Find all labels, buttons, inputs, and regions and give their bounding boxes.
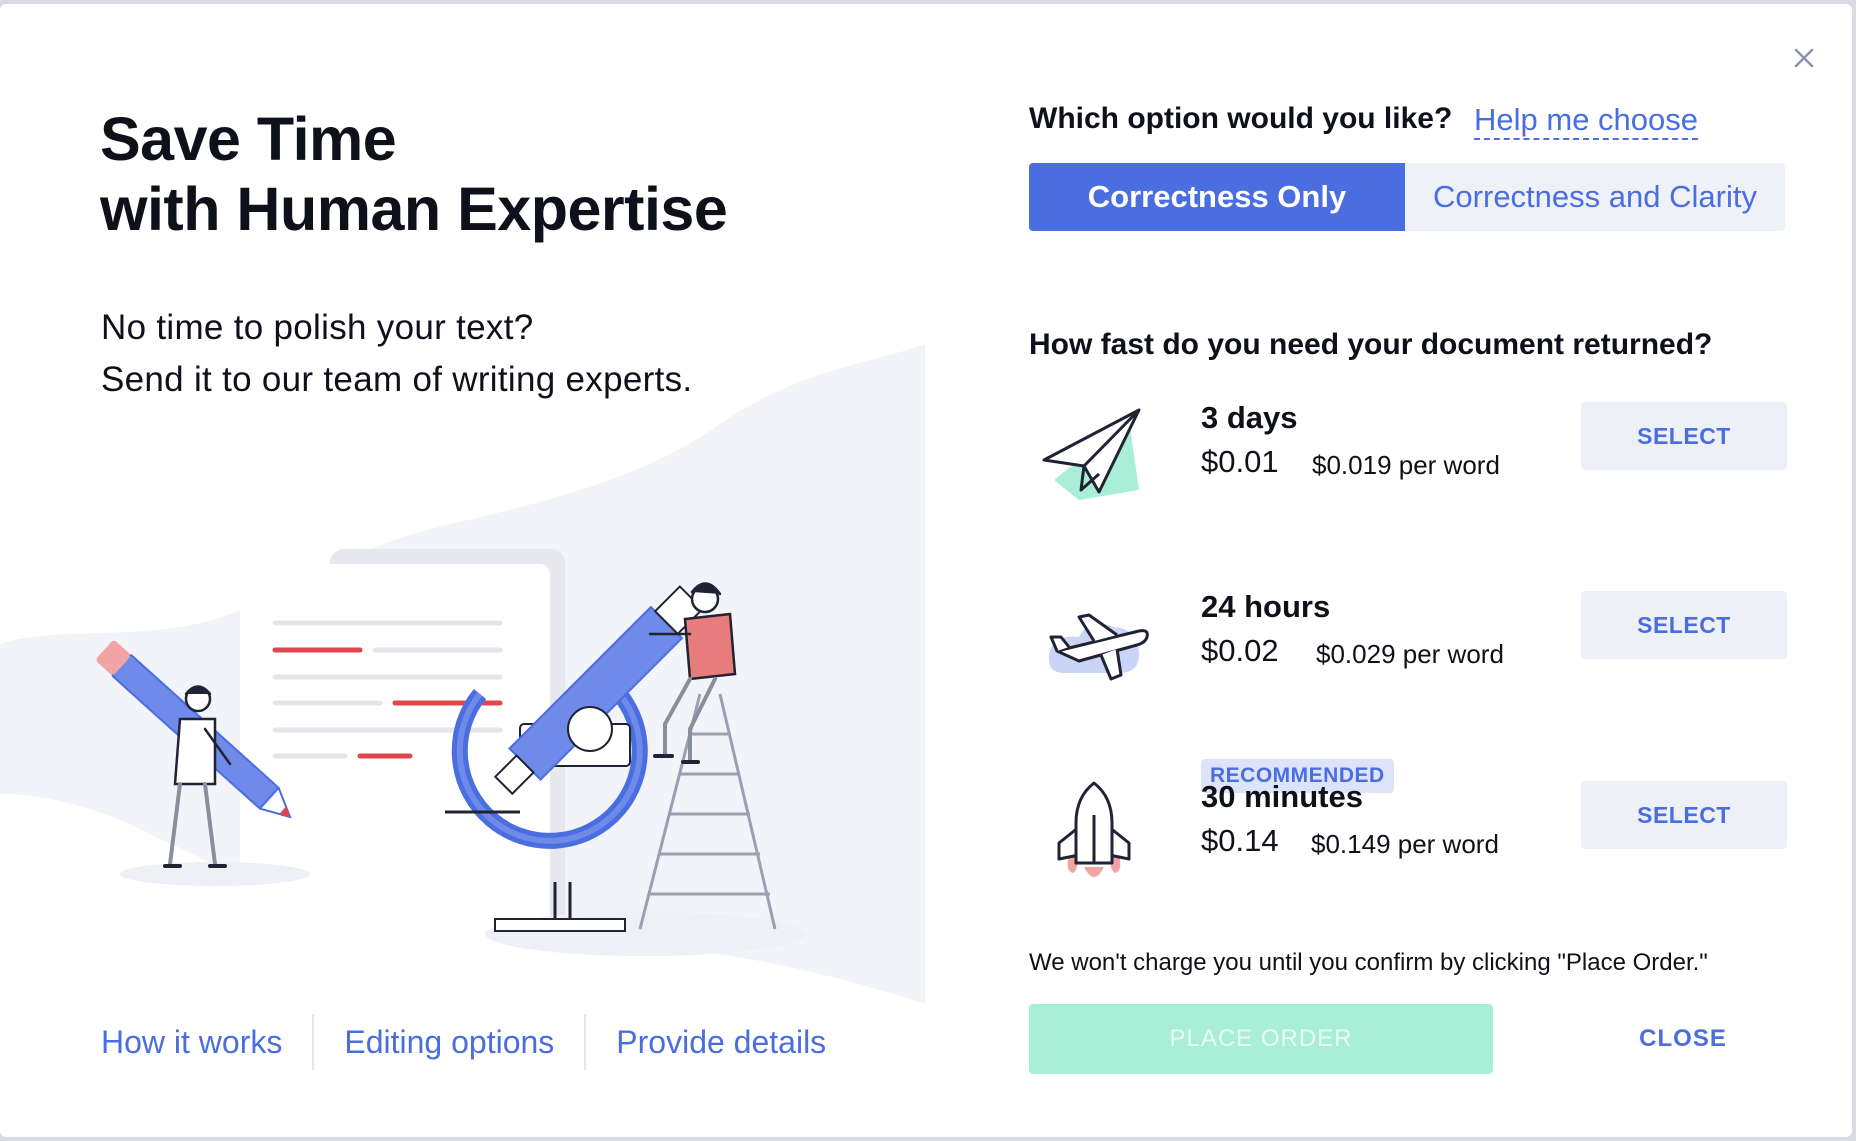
- speed-per-word: $0.019 per word: [1312, 450, 1500, 480]
- experts-illustration: [96, 549, 805, 964]
- tab-correctness-only[interactable]: Correctness Only: [1029, 163, 1405, 231]
- option-question: Which option would you like?: [1029, 102, 1453, 135]
- speed-per-word: $0.029 per word: [1316, 639, 1504, 669]
- charge-note: We won't charge you until you confirm by…: [1029, 949, 1708, 976]
- close-x-icon[interactable]: [1788, 42, 1820, 74]
- speed-option-30-minutes: RECOMMENDED 30 minutes $0.14 $0.149 per …: [1029, 759, 1789, 909]
- speed-question: How fast do you need your document retur…: [1029, 328, 1713, 361]
- speed-price: $0.01: [1201, 444, 1279, 479]
- paper-plane-icon: [1042, 408, 1141, 500]
- speed-name: 30 minutes: [1201, 779, 1363, 814]
- select-30-minutes-button[interactable]: SELECT: [1581, 781, 1787, 849]
- speed-name: 3 days: [1201, 400, 1298, 435]
- edit-type-toggle: Correctness Only Correctness and Clarity: [1029, 163, 1785, 231]
- select-24-hours-button[interactable]: SELECT: [1581, 591, 1787, 659]
- close-button[interactable]: CLOSE: [1600, 1004, 1766, 1074]
- title-line-1: Save Time: [100, 105, 397, 173]
- speed-option-24-hours: 24 hours $0.02 $0.029 per word SELECT: [1029, 589, 1789, 719]
- speed-per-word: $0.149 per word: [1311, 829, 1499, 859]
- order-modal: Save Time with Human Expertise No time t…: [0, 4, 1852, 1137]
- title-line-2: with Human Expertise: [100, 175, 728, 243]
- speed-name: 24 hours: [1201, 589, 1331, 624]
- place-order-button[interactable]: PLACE ORDER: [1029, 1004, 1493, 1074]
- footer-links: How it works Editing options Provide det…: [101, 1014, 856, 1070]
- tab-correctness-and-clarity[interactable]: Correctness and Clarity: [1405, 163, 1785, 231]
- airplane-icon: [1049, 613, 1149, 681]
- editing-options-link[interactable]: Editing options: [312, 1014, 584, 1070]
- help-me-choose-link[interactable]: Help me choose: [1474, 102, 1699, 140]
- modal-title: Save Time with Human Expertise: [100, 104, 728, 244]
- rocket-icon: [1057, 781, 1131, 877]
- speed-price: $0.02: [1201, 633, 1279, 668]
- how-it-works-link[interactable]: How it works: [101, 1014, 312, 1070]
- speed-option-3-days: 3 days $0.01 $0.019 per word SELECT: [1029, 400, 1789, 530]
- provide-details-link[interactable]: Provide details: [584, 1014, 856, 1070]
- select-3-days-button[interactable]: SELECT: [1581, 402, 1787, 470]
- speed-price: $0.14: [1201, 823, 1279, 858]
